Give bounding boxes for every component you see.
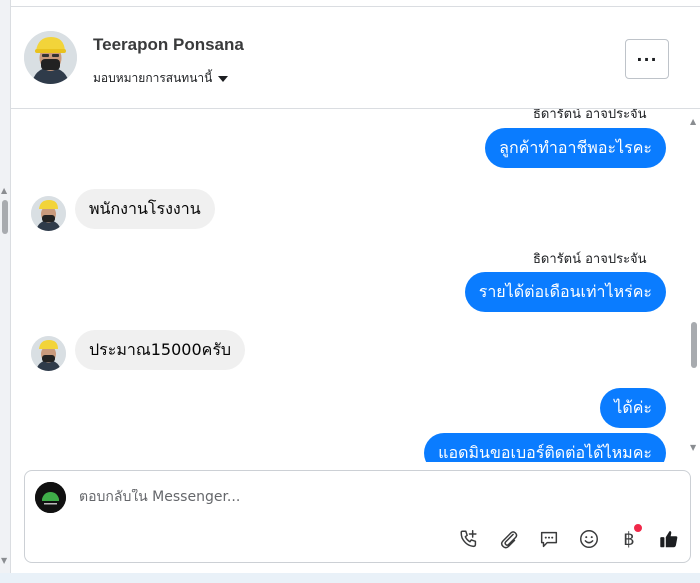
person-avatar-icon [31, 196, 66, 231]
contact-avatar-small [31, 336, 66, 371]
sender-label: ธิดารัตน์ อาจประจัน [533, 252, 647, 267]
message-list[interactable]: ธิดารัตน์ อาจประจัน ลูกค้าทำอาชีพอะไรคะ … [11, 109, 689, 462]
like-icon [660, 531, 678, 548]
contact-avatar-small [31, 196, 66, 231]
conversation-header: Teerapon Ponsana มอบหมายการสนทนานี้ ··· [11, 7, 700, 109]
page-logo-icon [35, 482, 66, 513]
composer-toolbar: ฿ [456, 524, 682, 552]
scrollbar-thumb[interactable] [691, 322, 697, 368]
message-bubble-outgoing[interactable]: ลูกค้าทำอาชีพอะไรคะ [485, 128, 666, 168]
person-avatar-icon [31, 336, 66, 371]
message-bubble-outgoing[interactable]: แอดมินขอเบอร์ติดต่อได้ไหมคะ [424, 433, 666, 462]
caret-down-icon [218, 76, 229, 82]
person-avatar-icon [24, 31, 77, 84]
emoji-button[interactable] [576, 526, 602, 552]
scroll-up-arrow-icon[interactable]: ▲ [1, 186, 7, 195]
assign-label: มอบหมายการสนทนานี้ [93, 71, 213, 85]
like-button[interactable] [656, 526, 682, 552]
message-bubble-incoming[interactable]: พนักงานโรงงาน [75, 189, 215, 229]
paperclip-icon [500, 531, 518, 549]
more-options-button[interactable]: ··· [625, 39, 669, 79]
contact-avatar[interactable] [24, 31, 77, 84]
chat-scrollbar[interactable]: ▲ ▼ [689, 109, 700, 462]
message-bubble-incoming[interactable]: ประมาณ15000ครับ [75, 330, 246, 370]
scroll-down-arrow-icon[interactable]: ▼ [1, 556, 7, 565]
assign-conversation-dropdown[interactable]: มอบหมายการสนทนานี้ [93, 69, 229, 88]
payment-button[interactable]: ฿ [616, 524, 642, 552]
emoji-icon [580, 530, 598, 548]
sender-label: ธิดารัตน์ อาจประจัน [533, 109, 647, 122]
bottom-strip [0, 573, 700, 583]
scrollbar-thumb[interactable] [2, 200, 8, 234]
reply-input[interactable] [79, 489, 639, 505]
conversation-panel: Teerapon Ponsana มอบหมายการสนทนานี้ ··· … [11, 6, 700, 571]
notification-dot [634, 524, 642, 532]
message-bubble-outgoing[interactable]: ได้ค่ะ [600, 388, 666, 428]
left-scrollbar[interactable]: ▲ ▼ [0, 0, 11, 583]
page-avatar [35, 482, 66, 513]
call-add-icon [460, 530, 477, 548]
attach-button[interactable] [496, 526, 522, 552]
saved-reply-icon [540, 531, 558, 548]
scroll-up-arrow-icon[interactable]: ▲ [690, 117, 696, 126]
reply-composer: ฿ [24, 470, 691, 563]
contact-name[interactable]: Teerapon Ponsana [93, 35, 244, 55]
scroll-down-arrow-icon[interactable]: ▼ [690, 443, 696, 452]
more-icon: ··· [636, 49, 658, 69]
saved-replies-button[interactable] [536, 526, 562, 552]
call-button[interactable] [456, 526, 482, 552]
baht-icon: ฿ [623, 528, 635, 550]
message-bubble-outgoing[interactable]: รายได้ต่อเดือนเท่าไหร่คะ [464, 272, 666, 312]
